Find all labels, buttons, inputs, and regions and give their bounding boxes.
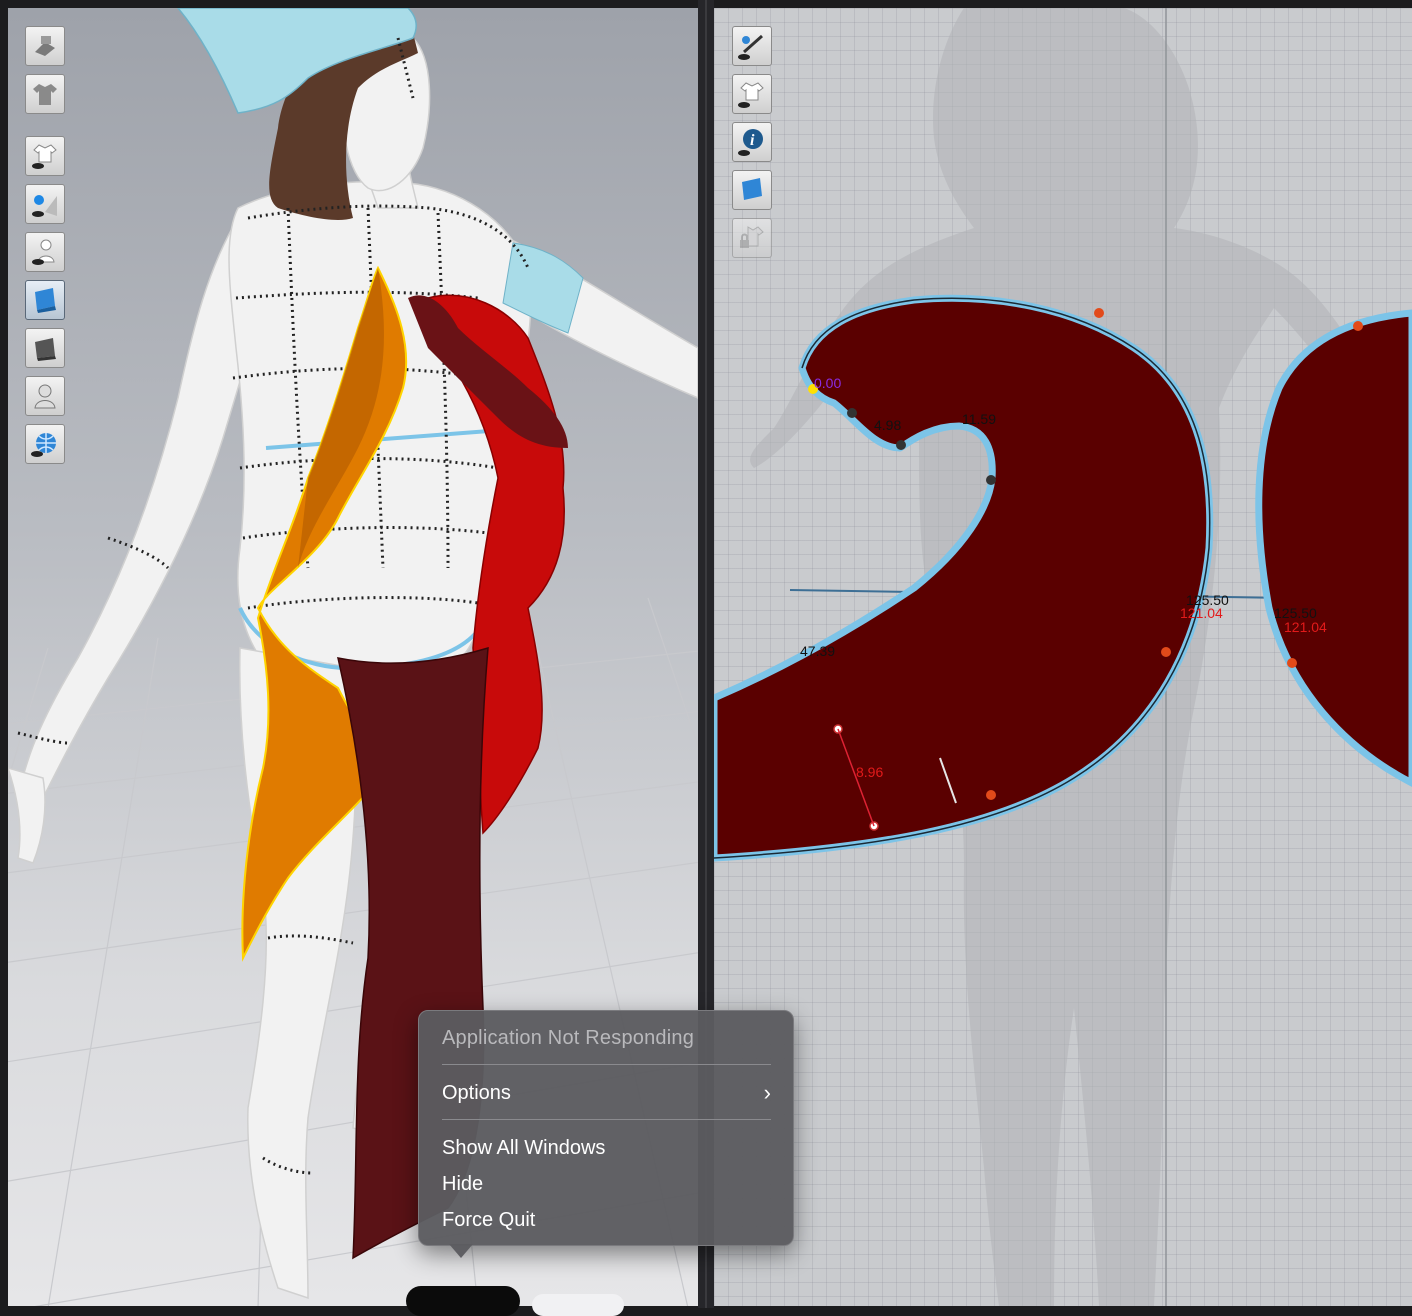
dock-app-icon-secondary[interactable] (532, 1294, 624, 1316)
menu-item-force-quit[interactable]: Force Quit (442, 1205, 771, 1235)
lock-garment-icon (740, 226, 764, 248)
info-button[interactable]: i (732, 122, 772, 162)
show-needle-icon (738, 34, 763, 60)
menu-item-force-quit-label: Force Quit (442, 1209, 536, 1231)
simulation-icon (35, 36, 55, 56)
show-avatar-icon (32, 239, 55, 265)
show-pins-icon (32, 195, 57, 217)
show-garment-button[interactable] (25, 136, 65, 176)
menu-item-hide-label: Hide (442, 1173, 484, 1195)
show-garment-icon (32, 144, 57, 169)
show-needle-button[interactable] (732, 26, 772, 66)
menu-item-options-label: Options (442, 1082, 511, 1104)
fabric-texture-button[interactable] (25, 280, 65, 320)
pattern-piece-second[interactable] (1255, 309, 1412, 787)
menu-item-options[interactable]: Options › (442, 1078, 771, 1108)
fabric-2d-icon (742, 178, 762, 200)
measure-label-m2: 4.98 (874, 417, 901, 433)
2d-pattern-view[interactable]: 0.00 4.98 11.59 125.50 121.04 125.50 121… (714, 8, 1412, 1306)
fabric-2d-button[interactable] (732, 170, 772, 210)
show-avatar-button[interactable] (25, 232, 65, 272)
measure-label-m5: 121.04 (1180, 605, 1223, 621)
menu-header-not-responding: Application Not Responding (442, 1027, 695, 1049)
3d-view-toolbar (25, 26, 65, 472)
svg-text:i: i (750, 132, 755, 149)
thickness-button[interactable] (25, 328, 65, 368)
info-icon: i (738, 129, 763, 156)
garment-icon (33, 84, 57, 105)
show-pins-button[interactable] (25, 184, 65, 224)
menu-separator (442, 1064, 771, 1065)
2d-view-toolbar: i (732, 26, 772, 266)
menu-item-show-all-windows[interactable]: Show All Windows (442, 1133, 771, 1163)
lock-garment-button[interactable] (732, 218, 772, 258)
simulation-button[interactable] (25, 26, 65, 66)
avatar-silhouette-icon (34, 384, 56, 409)
thickness-icon (35, 338, 56, 361)
dock-context-menu: Application Not Responding Options › Sho… (418, 1010, 794, 1246)
measure-label-m7: 121.04 (1284, 619, 1327, 635)
2d-scene: 0.00 4.98 11.59 125.50 121.04 125.50 121… (714, 8, 1412, 1306)
menu-separator (442, 1119, 771, 1120)
menu-item-show-all-windows-label: Show All Windows (442, 1137, 606, 1159)
avatar-silhouette-button[interactable] (25, 376, 65, 416)
environment-button[interactable] (25, 424, 65, 464)
measure-label-m1: 0.00 (814, 375, 841, 391)
show-garment-2d-button[interactable] (732, 74, 772, 114)
environment-globe-icon (31, 433, 56, 457)
measure-label-m8: 47.39 (800, 643, 835, 659)
menu-item-hide[interactable]: Hide (442, 1169, 771, 1199)
menu-pointer-arrow (449, 1244, 473, 1258)
show-garment-2d-icon (738, 82, 764, 108)
measure-label-m3: 11.59 (962, 411, 996, 427)
dock-app-icon[interactable] (406, 1286, 520, 1316)
measure-label-m9: 8.96 (856, 764, 883, 780)
chevron-right-icon: › (763, 1080, 771, 1105)
fabric-texture-icon (35, 288, 56, 313)
garment-button[interactable] (25, 74, 65, 114)
